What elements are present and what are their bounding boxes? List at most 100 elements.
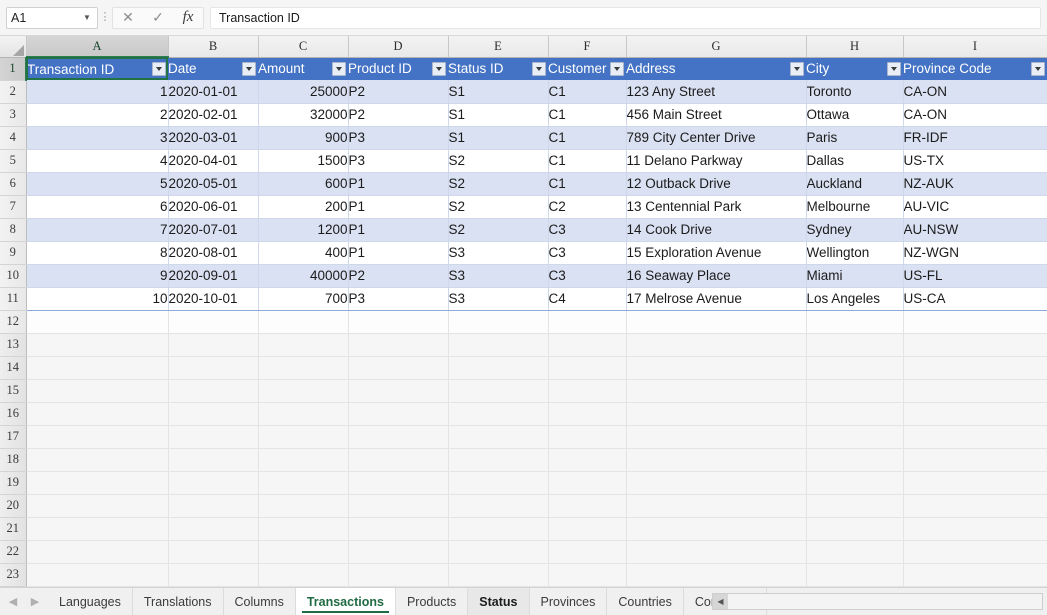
cell-H13[interactable] bbox=[806, 333, 904, 357]
cell-C21[interactable] bbox=[258, 517, 349, 541]
cell-B4[interactable]: 2020-03-01 bbox=[168, 126, 259, 150]
empty-row[interactable]: 16 bbox=[0, 402, 1047, 426]
cell-G23[interactable] bbox=[626, 563, 807, 587]
cell-I12[interactable] bbox=[903, 310, 1047, 334]
row-header-18[interactable]: 18 bbox=[0, 448, 27, 472]
row-header-11[interactable]: 11 bbox=[0, 287, 27, 311]
cell-A5[interactable]: 4 bbox=[26, 149, 169, 173]
cell-A15[interactable] bbox=[26, 379, 169, 403]
cell-D9[interactable]: P1 bbox=[348, 241, 449, 265]
table-row[interactable]: 5 4 2020-04-01 1500 P3 S2 C1 11 Delano Parkway D… bbox=[0, 149, 1047, 173]
cell-B18[interactable] bbox=[168, 448, 259, 472]
cell-E12[interactable] bbox=[448, 310, 549, 334]
cell-D11[interactable]: P3 bbox=[348, 287, 449, 311]
cell-B14[interactable] bbox=[168, 356, 259, 380]
column-filter-header-b[interactable]: Date bbox=[168, 57, 258, 80]
column-filter-header-e[interactable]: Status ID bbox=[448, 57, 548, 80]
cell-I18[interactable] bbox=[903, 448, 1047, 472]
cell-C3[interactable]: 32000 bbox=[258, 103, 349, 127]
empty-row[interactable]: 17 bbox=[0, 425, 1047, 449]
row-header-9[interactable]: 9 bbox=[0, 241, 27, 265]
cell-B2[interactable]: 2020-01-01 bbox=[168, 80, 259, 104]
cell-D22[interactable] bbox=[348, 540, 449, 564]
cell-I19[interactable] bbox=[903, 471, 1047, 495]
cell-G14[interactable] bbox=[626, 356, 807, 380]
row-header-21[interactable]: 21 bbox=[0, 517, 27, 541]
cell-G4[interactable]: 789 City Center Drive bbox=[626, 126, 807, 150]
cell-B9[interactable]: 2020-08-01 bbox=[168, 241, 259, 265]
cell-I14[interactable] bbox=[903, 356, 1047, 380]
chevron-left-icon[interactable]: ◀ bbox=[8, 595, 18, 608]
column-header-h[interactable]: H bbox=[806, 36, 904, 58]
row-header-5[interactable]: 5 bbox=[0, 149, 27, 173]
cell-G7[interactable]: 13 Centennial Park bbox=[626, 195, 807, 219]
cell-G10[interactable]: 16 Seaway Place bbox=[626, 264, 807, 288]
cell-F14[interactable] bbox=[548, 356, 627, 380]
empty-row[interactable]: 18 bbox=[0, 448, 1047, 472]
cell-B10[interactable]: 2020-09-01 bbox=[168, 264, 259, 288]
cell-G17[interactable] bbox=[626, 425, 807, 449]
column-header-d[interactable]: D bbox=[348, 36, 449, 58]
cell-A23[interactable] bbox=[26, 563, 169, 587]
cancel-icon[interactable]: ✕ bbox=[113, 8, 143, 28]
cell-H16[interactable] bbox=[806, 402, 904, 426]
cell-D20[interactable] bbox=[348, 494, 449, 518]
cell-B6[interactable]: 2020-05-01 bbox=[168, 172, 259, 196]
cell-E19[interactable] bbox=[448, 471, 549, 495]
cell-E17[interactable] bbox=[448, 425, 549, 449]
cell-D23[interactable] bbox=[348, 563, 449, 587]
empty-row[interactable]: 21 bbox=[0, 517, 1047, 541]
cell-A12[interactable] bbox=[26, 310, 169, 334]
cell-B15[interactable] bbox=[168, 379, 259, 403]
empty-row[interactable]: 14 bbox=[0, 356, 1047, 380]
filter-dropdown-icon[interactable] bbox=[790, 61, 804, 76]
cell-D18[interactable] bbox=[348, 448, 449, 472]
cell-H3[interactable]: Ottawa bbox=[806, 103, 904, 127]
cell-A20[interactable] bbox=[26, 494, 169, 518]
cell-D14[interactable] bbox=[348, 356, 449, 380]
cell-A18[interactable] bbox=[26, 448, 169, 472]
cell-B22[interactable] bbox=[168, 540, 259, 564]
cell-D4[interactable]: P3 bbox=[348, 126, 449, 150]
cell-G3[interactable]: 456 Main Street bbox=[626, 103, 807, 127]
filter-dropdown-icon[interactable] bbox=[152, 62, 166, 76]
cell-A17[interactable] bbox=[26, 425, 169, 449]
filter-dropdown-icon[interactable] bbox=[332, 61, 346, 76]
cell-I9[interactable]: NZ-WGN bbox=[903, 241, 1047, 265]
cell-E21[interactable] bbox=[448, 517, 549, 541]
cell-B23[interactable] bbox=[168, 563, 259, 587]
cell-H21[interactable] bbox=[806, 517, 904, 541]
column-filter-header-a[interactable]: Transaction ID bbox=[26, 57, 168, 80]
horizontal-scrollbar[interactable]: ◀ bbox=[712, 593, 1043, 610]
row-header-22[interactable]: 22 bbox=[0, 540, 27, 564]
sheet-tab-products[interactable]: Products bbox=[395, 588, 469, 615]
cell-H12[interactable] bbox=[806, 310, 904, 334]
cell-G21[interactable] bbox=[626, 517, 807, 541]
cell-E13[interactable] bbox=[448, 333, 549, 357]
column-header-i[interactable]: I bbox=[903, 36, 1047, 58]
cell-A22[interactable] bbox=[26, 540, 169, 564]
cell-E10[interactable]: S3 bbox=[448, 264, 549, 288]
cell-I5[interactable]: US-TX bbox=[903, 149, 1047, 173]
cell-I8[interactable]: AU-NSW bbox=[903, 218, 1047, 242]
empty-row[interactable]: 20 bbox=[0, 494, 1047, 518]
chevron-right-icon[interactable]: ▶ bbox=[30, 595, 40, 608]
cell-F21[interactable] bbox=[548, 517, 627, 541]
empty-row[interactable]: 23 bbox=[0, 563, 1047, 587]
cell-A16[interactable] bbox=[26, 402, 169, 426]
table-row[interactable]: 7 6 2020-06-01 200 P1 S2 C2 13 Centennial Park M… bbox=[0, 195, 1047, 219]
cell-G20[interactable] bbox=[626, 494, 807, 518]
cell-D6[interactable]: P1 bbox=[348, 172, 449, 196]
column-header-b[interactable]: B bbox=[168, 36, 259, 58]
cell-C13[interactable] bbox=[258, 333, 349, 357]
row-header-1[interactable]: 1 bbox=[0, 57, 27, 81]
cell-B3[interactable]: 2020-02-01 bbox=[168, 103, 259, 127]
table-row[interactable]: 4 3 2020-03-01 900 P3 S1 C1 789 City Center Dri… bbox=[0, 126, 1047, 150]
cell-G9[interactable]: 15 Exploration Avenue bbox=[626, 241, 807, 265]
filter-dropdown-icon[interactable] bbox=[432, 61, 446, 76]
row-header-8[interactable]: 8 bbox=[0, 218, 27, 242]
cell-C15[interactable] bbox=[258, 379, 349, 403]
formula-input[interactable]: Transaction ID bbox=[210, 6, 1041, 29]
cell-G2[interactable]: 123 Any Street bbox=[626, 80, 807, 104]
column-filter-header-d[interactable]: Product ID bbox=[348, 57, 448, 80]
